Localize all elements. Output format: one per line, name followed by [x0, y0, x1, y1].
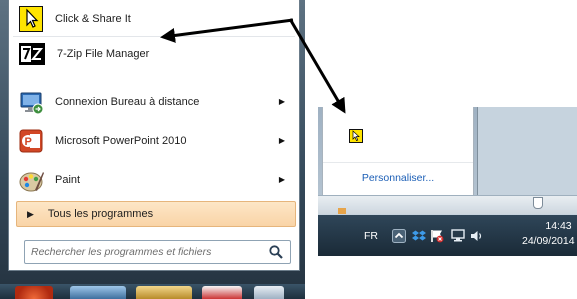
programs-pane: Click & Share It 7-Zip File Manager Conn…: [8, 0, 300, 271]
menu-item-powerpoint[interactable]: P Microsoft PowerPoint 2010 ▶: [13, 124, 295, 158]
start-menu: Click & Share It 7-Zip File Manager Conn…: [0, 0, 305, 299]
show-hidden-icons-icon[interactable]: [392, 229, 406, 243]
dropbox-icon[interactable]: [412, 229, 426, 243]
menu-item-label: Connexion Bureau à distance: [55, 96, 200, 108]
menu-item-label: Microsoft PowerPoint 2010: [55, 135, 187, 147]
network-icon[interactable]: [451, 229, 465, 243]
cursor-app-tray-icon[interactable]: [349, 129, 363, 143]
paint-icon: [19, 168, 44, 192]
customize-link[interactable]: Personnaliser...: [323, 172, 473, 184]
system-tray: FR 14:43 24/09/2014: [318, 215, 577, 256]
menu-item-label: Paint: [55, 174, 81, 186]
search-placeholder: Rechercher les programmes et fichiers: [31, 246, 212, 258]
powerpoint-icon: P: [19, 129, 43, 153]
menu-item-click-share-it[interactable]: Click & Share It: [13, 2, 295, 36]
ie-taskbar-icon[interactable]: [70, 286, 126, 299]
search-input[interactable]: Rechercher les programmes et fichiers: [24, 240, 291, 264]
submenu-arrow-icon: ▶: [278, 175, 285, 184]
cursor-app-icon: [19, 6, 43, 32]
search-icon[interactable]: [268, 244, 284, 260]
menu-item-7zip[interactable]: 7-Zip File Manager: [13, 37, 295, 71]
all-programs-label: Tous les programmes: [47, 208, 154, 220]
notification-area-screenshot: Personnaliser... FR 14:43 24/09/2014: [318, 107, 577, 256]
window-edge: [318, 195, 577, 214]
language-indicator[interactable]: FR: [364, 230, 378, 242]
start-orb-icon[interactable]: [15, 286, 53, 299]
expand-arrow-icon: ▶: [27, 208, 34, 219]
submenu-arrow-icon: ▶: [278, 136, 285, 145]
menu-item-label: Click & Share It: [55, 13, 131, 25]
clock-time[interactable]: 14:43: [540, 220, 577, 232]
volume-icon[interactable]: [470, 229, 484, 243]
7zip-icon: [19, 43, 45, 65]
gmail-taskbar-icon[interactable]: [202, 286, 242, 299]
slider-thumb-icon: [533, 197, 543, 209]
menu-item-label: 7-Zip File Manager: [57, 48, 150, 60]
all-programs-button[interactable]: ▶ Tous les programmes: [16, 201, 296, 227]
action-center-flag-icon[interactable]: [430, 229, 444, 243]
svg-text:P: P: [25, 136, 32, 148]
remote-desktop-icon: [19, 90, 44, 115]
menu-item-remote-desktop[interactable]: Connexion Bureau à distance ▶: [13, 85, 295, 119]
submenu-arrow-icon: ▶: [278, 97, 285, 106]
app-taskbar-icon[interactable]: [254, 286, 284, 299]
orange-handle-icon: [338, 208, 346, 214]
menu-item-paint[interactable]: Paint ▶: [13, 163, 295, 197]
divider: [323, 162, 473, 163]
explorer-taskbar-icon[interactable]: [136, 286, 192, 299]
clock-date[interactable]: 24/09/2014: [522, 235, 575, 247]
overflow-popup-content: Personnaliser...: [322, 107, 474, 208]
